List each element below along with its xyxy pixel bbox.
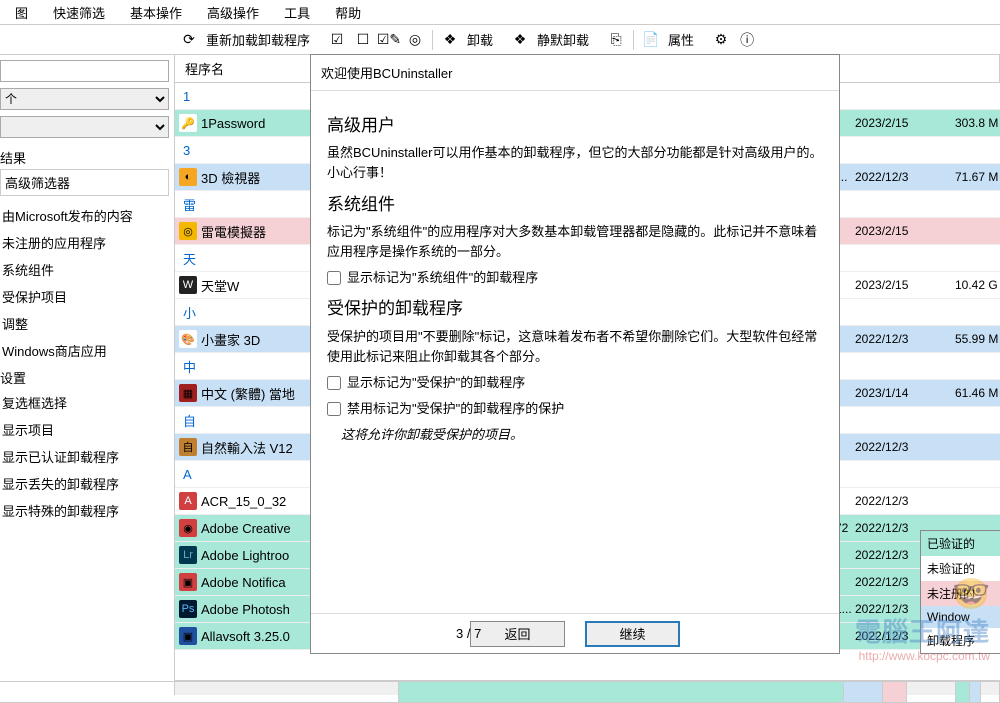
col-name[interactable]: 程序名: [179, 55, 324, 82]
checkbox-show-system[interactable]: 显示标记为"系统组件"的卸载程序: [327, 268, 823, 288]
properties-button[interactable]: 属性: [668, 30, 694, 49]
reload-icon[interactable]: ⟳: [180, 31, 198, 49]
legend-windows: Window: [921, 606, 1000, 628]
dialog-footer: 3 / 7 返回 继续: [311, 613, 839, 653]
menu-advanced[interactable]: 高级操作: [207, 3, 259, 22]
app-icon: ▣: [179, 627, 197, 645]
checkbox-show-protected[interactable]: 显示标记为"受保护"的卸载程序: [327, 373, 823, 393]
settings-heading: 设置: [0, 368, 169, 387]
uncheck-icon[interactable]: ☐: [354, 31, 372, 49]
doc-icon[interactable]: 📄: [642, 31, 660, 49]
result-heading: 结果: [0, 148, 169, 167]
sidebar-setting-0[interactable]: 复选框选择: [0, 389, 169, 416]
app-size: 55.99 M: [955, 332, 1000, 346]
app-icon: ◎: [179, 222, 197, 240]
app-date: 2022/12/3: [855, 440, 935, 454]
quiet-icon[interactable]: ❖: [511, 31, 529, 49]
app-date: 2022/12/3: [855, 494, 935, 508]
sidebar-check-5[interactable]: Windows商店应用: [0, 337, 169, 364]
para-protected: 受保护的项目用"不要删除"标记，这意味着发布者不希望你删除它们。大型软件包经常使…: [327, 327, 823, 367]
edit-check-icon[interactable]: ☑✎: [380, 31, 398, 49]
next-button[interactable]: 继续: [585, 621, 680, 647]
app-date: 2023/2/15: [855, 116, 935, 130]
menu-basic[interactable]: 基本操作: [130, 3, 182, 22]
sidebar-check-4[interactable]: 调整: [0, 310, 169, 337]
sidebar-check-3[interactable]: 受保护项目: [0, 283, 169, 310]
toolbar: ⟳ 重新加载卸载程序 ☑ ☐ ☑✎ ◎ ❖ 卸载 ❖ 静默卸载 ⎘ 📄 属性 ⚙…: [0, 25, 1000, 55]
search-input[interactable]: [0, 60, 169, 82]
app-icon: Lr: [179, 546, 197, 564]
stack-icon[interactable]: ❖: [441, 31, 459, 49]
app-icon: A: [179, 492, 197, 510]
reload-button[interactable]: 重新加载卸载程序: [206, 30, 310, 49]
app-size: 10.42 G: [955, 278, 1000, 292]
menu-help[interactable]: 帮助: [335, 3, 361, 22]
menu-quickfilter[interactable]: 快速筛选: [53, 3, 105, 22]
sidebar-check-2[interactable]: 系统组件: [0, 256, 169, 283]
check-icon[interactable]: ☑: [328, 31, 346, 49]
checkbox-disable-protection[interactable]: 禁用标记为"受保护"的卸载程序的保护: [327, 399, 823, 419]
para-system: 标记为"系统组件"的应用程序对大多数基本卸载管理器都是隐藏的。此标记并不意味着应…: [327, 222, 823, 262]
advanced-filter-button[interactable]: 高级筛选器: [0, 169, 169, 196]
color-legend: 已验证的 未验证的 未注册的 Window 卸载程序: [920, 530, 1000, 654]
app-icon: ▣: [179, 573, 197, 591]
app-icon: W: [179, 276, 197, 294]
heading-advanced: 高级用户: [327, 113, 823, 139]
app-icon: ◐: [179, 168, 197, 186]
footer-color-bar: [0, 681, 1000, 703]
sidebar-setting-4[interactable]: 显示特殊的卸载程序: [0, 497, 169, 524]
filter-dropdown-2[interactable]: [0, 116, 169, 138]
legend-verified: 已验证的: [921, 531, 1000, 556]
target-icon[interactable]: ◎: [406, 31, 424, 49]
welcome-dialog: 欢迎使用BCUninstaller 高级用户 虽然BCUninstaller可以…: [310, 54, 840, 654]
app-size: 303.8 M: [955, 116, 1000, 130]
sidebar-check-1[interactable]: 未注册的应用程序: [0, 229, 169, 256]
app-date: 2023/1/14: [855, 386, 935, 400]
sidebar-check-0[interactable]: 由Microsoft发布的内容: [0, 202, 169, 229]
app-icon: Ps: [179, 600, 197, 618]
back-button[interactable]: 返回: [470, 621, 565, 647]
quiet-uninstall-button[interactable]: 静默卸载: [537, 30, 589, 49]
app-date: 2023/2/15: [855, 224, 935, 238]
legend-uninstaller: 卸载程序: [921, 628, 1000, 653]
app-date: 2022/12/3: [855, 332, 935, 346]
heading-protected: 受保护的卸载程序: [327, 296, 823, 322]
dialog-body: 高级用户 虽然BCUninstaller可以用作基本的卸载程序，但它的大部分功能…: [311, 91, 839, 613]
heading-system: 系统组件: [327, 192, 823, 218]
sidebar-setting-3[interactable]: 显示丢失的卸载程序: [0, 470, 169, 497]
uninstall-button[interactable]: 卸载: [467, 30, 493, 49]
legend-unreg: 未注册的: [921, 581, 1000, 606]
app-icon: ▦: [179, 384, 197, 402]
dialog-title: 欢迎使用BCUninstaller: [311, 55, 839, 91]
sidebar: 个 结果 高级筛选器 由Microsoft发布的内容未注册的应用程序系统组件受保…: [0, 55, 175, 695]
para-advanced: 虽然BCUninstaller可以用作基本的卸载程序，但它的大部分功能都是针对高…: [327, 143, 823, 183]
app-icon: 自: [179, 438, 197, 456]
info-icon[interactable]: ⓘ: [738, 31, 756, 49]
export-icon[interactable]: ⎘: [607, 31, 625, 49]
app-icon: 🔑: [179, 114, 197, 132]
menu-view[interactable]: 图: [15, 3, 28, 22]
italic-note: 这将允许你卸载受保护的项目。: [341, 425, 823, 445]
sidebar-setting-1[interactable]: 显示项目: [0, 416, 169, 443]
app-size: 71.67 M: [955, 170, 1000, 184]
app-icon: 🎨: [179, 330, 197, 348]
sidebar-setting-2[interactable]: 显示已认证卸载程序: [0, 443, 169, 470]
legend-unverified: 未验证的: [921, 556, 1000, 581]
app-size: 61.46 M: [955, 386, 1000, 400]
app-date: 2022/12/3: [855, 170, 935, 184]
app-date: 2023/2/15: [855, 278, 935, 292]
filter-dropdown-1[interactable]: 个: [0, 88, 169, 110]
menu-tools[interactable]: 工具: [284, 3, 310, 22]
gear-icon[interactable]: ⚙: [712, 31, 730, 49]
app-icon: ◉: [179, 519, 197, 537]
pager-text: 3 / 7: [456, 626, 481, 641]
menu-bar: 图 快速筛选 基本操作 高级操作 工具 帮助: [0, 0, 1000, 25]
